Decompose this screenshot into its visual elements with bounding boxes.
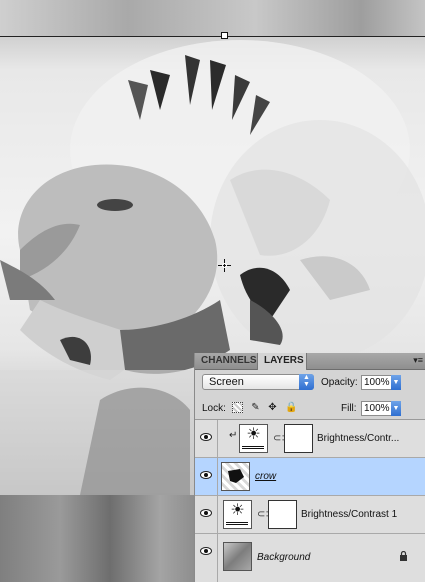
opacity-value: 100% bbox=[364, 377, 390, 388]
layer-name[interactable]: Background bbox=[257, 552, 310, 563]
transparency-lock-icon[interactable] bbox=[232, 402, 243, 413]
blend-mode-stepper-icon[interactable]: ▲ ▼ bbox=[299, 374, 314, 390]
fill-value: 100% bbox=[364, 403, 390, 414]
layer-mask-thumbnail[interactable] bbox=[284, 424, 313, 453]
visibility-toggle[interactable] bbox=[195, 420, 218, 457]
tab-channels[interactable]: CHANNELS bbox=[195, 353, 257, 369]
lock-fill-row: Lock: ✎ ✥ 🔒 Fill: 100% ▼ bbox=[195, 397, 425, 420]
blend-mode-value: Screen bbox=[209, 376, 244, 388]
eye-icon[interactable] bbox=[200, 509, 212, 517]
cursor-crosshair-icon bbox=[218, 259, 231, 272]
lock-icon[interactable]: 🔒 bbox=[285, 402, 297, 413]
fill-label: Fill: bbox=[341, 403, 357, 414]
canvas-bottom-region bbox=[0, 495, 200, 582]
crow-thumbnail-image bbox=[228, 469, 244, 483]
layer-mask-thumbnail[interactable] bbox=[268, 500, 297, 529]
move-icon[interactable]: ✥ bbox=[267, 402, 278, 413]
visibility-toggle[interactable] bbox=[195, 534, 218, 582]
eye-icon[interactable] bbox=[200, 433, 212, 441]
layer-row-brightness-contrast-clipped[interactable]: ↵ ☀ ⊂⊃ Brightness/Contr... bbox=[195, 420, 425, 458]
opacity-field[interactable]: 100% ▼ bbox=[361, 375, 401, 390]
lock-label: Lock: bbox=[202, 403, 226, 414]
opacity-label: Opacity: bbox=[321, 377, 358, 388]
brush-icon[interactable]: ✎ bbox=[250, 402, 261, 413]
eye-icon[interactable] bbox=[200, 471, 212, 479]
panel-tab-bar: CHANNELS LAYERS ▾≡ bbox=[195, 353, 425, 370]
brightness-contrast-icon[interactable]: ☀ bbox=[239, 424, 268, 453]
opacity-dropdown-icon[interactable]: ▼ bbox=[391, 375, 401, 390]
chain-link-icon[interactable]: ⊂⊃ bbox=[273, 433, 290, 445]
brightness-contrast-icon[interactable]: ☀ bbox=[223, 500, 252, 529]
chain-link-icon[interactable]: ⊂⊃ bbox=[257, 509, 274, 521]
eye-icon[interactable] bbox=[200, 547, 212, 555]
clipping-arrow-icon: ↵ bbox=[229, 430, 238, 441]
layer-row-crow[interactable]: crow bbox=[195, 458, 425, 496]
layer-row-brightness-contrast-1[interactable]: ☀ ⊂⊃ Brightness/Contrast 1 bbox=[195, 496, 425, 534]
panel-menu-icon[interactable]: ▾≡ bbox=[413, 355, 423, 366]
visibility-toggle[interactable] bbox=[195, 458, 218, 495]
layer-name[interactable]: Brightness/Contr... bbox=[317, 433, 399, 444]
layer-thumbnail[interactable] bbox=[221, 462, 250, 491]
tab-layers[interactable]: LAYERS bbox=[257, 353, 307, 370]
layer-name[interactable]: Brightness/Contrast 1 bbox=[301, 509, 397, 520]
background-thumbnail[interactable] bbox=[223, 542, 252, 571]
blend-mode-select[interactable]: Screen ▲ ▼ bbox=[202, 374, 314, 390]
layers-panel: CHANNELS LAYERS ▾≡ Screen ▲ ▼ Opacity: 10… bbox=[194, 353, 425, 582]
layer-row-background[interactable]: Background bbox=[195, 534, 425, 582]
lock-icon bbox=[400, 551, 407, 561]
fill-dropdown-icon[interactable]: ▼ bbox=[391, 401, 401, 416]
visibility-toggle[interactable] bbox=[195, 496, 218, 533]
blend-opacity-row: Screen ▲ ▼ Opacity: 100% ▼ bbox=[195, 370, 425, 396]
layer-name[interactable]: crow bbox=[255, 471, 276, 482]
fill-field[interactable]: 100% ▼ bbox=[361, 401, 401, 416]
